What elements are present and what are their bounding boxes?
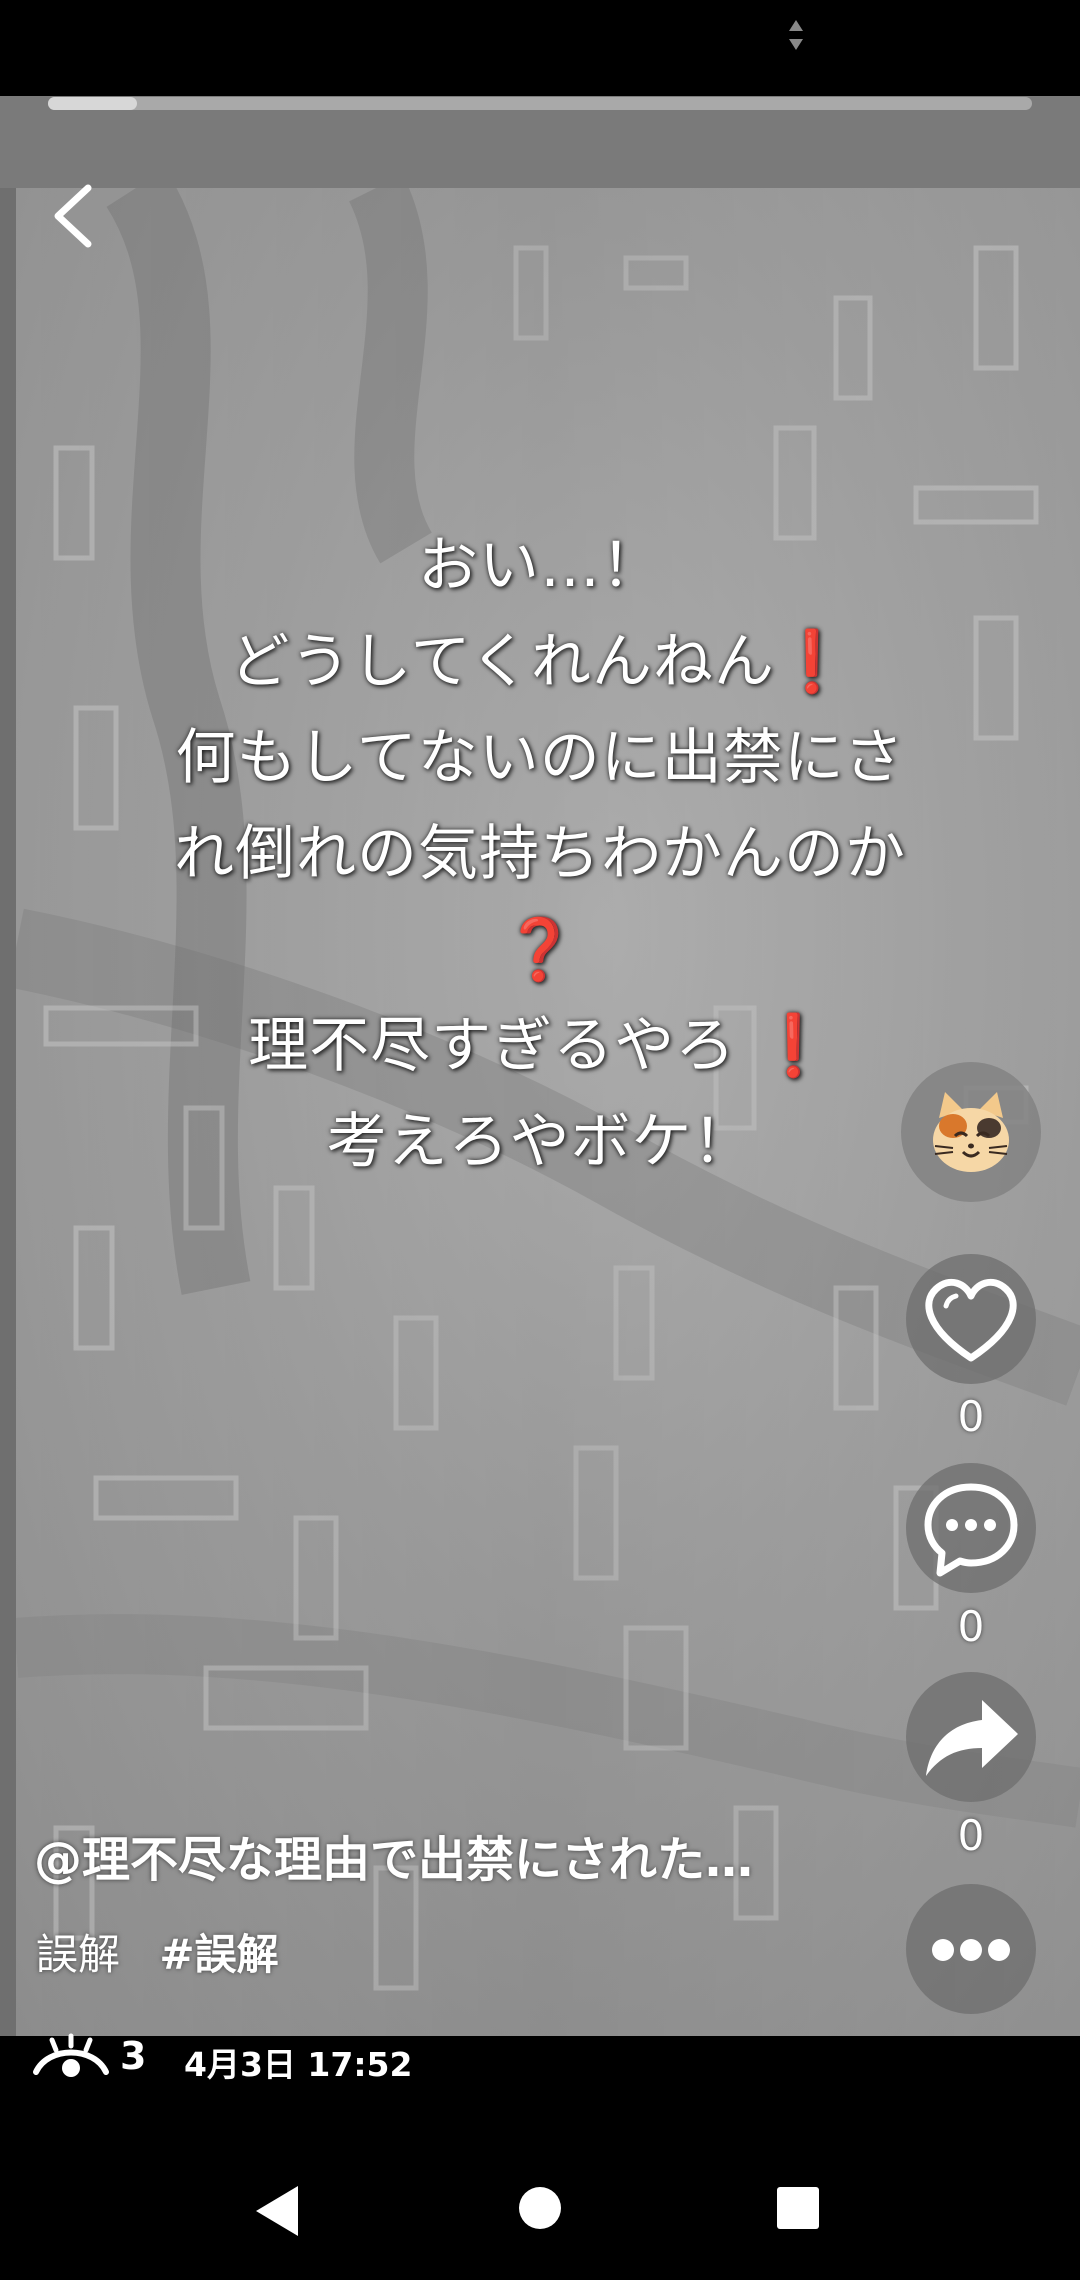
signal-indicator-icon <box>789 20 803 50</box>
like-count: 0 <box>957 1392 985 1441</box>
like-button[interactable] <box>906 1254 1036 1384</box>
comment-icon <box>924 1483 1018 1577</box>
exclamation-emoji: ❗ <box>756 1011 832 1081</box>
video-progress-fill <box>48 97 137 110</box>
author-name[interactable]: @理不尽な理由で出禁にされた… <box>34 1820 753 1890</box>
share-count: 0 <box>957 1811 985 1860</box>
home-circle-icon[interactable] <box>518 2186 562 2230</box>
overlay-line: 理不尽すぎるやろ ❗ <box>248 1011 832 1081</box>
recents-square-icon[interactable] <box>776 2186 820 2230</box>
caption-text: 誤解 <box>36 1930 121 1979</box>
overlay-line: どうしてくれんねん❗ <box>229 627 851 697</box>
system-nav-bar <box>0 2120 1080 2280</box>
back-triangle-icon[interactable] <box>254 2184 302 2238</box>
more-icon <box>932 1939 1010 1961</box>
screen: おい…！ どうしてくれんねん❗ 何もしてないのに出禁にさ れ倒れの気持ちわかんの… <box>0 0 1080 2280</box>
share-icon <box>926 1700 1018 1776</box>
side-strip <box>0 188 16 2036</box>
overlay-line: れ倒れの気持ちわかんのか <box>174 819 906 889</box>
video-overlay-text: おい…！ どうしてくれんねん❗ 何もしてないのに出禁にさ れ倒れの気持ちわかんの… <box>96 518 984 1190</box>
comment-count: 0 <box>957 1602 985 1651</box>
view-count: 3 <box>120 2034 147 2078</box>
more-options-button[interactable] <box>906 1884 1036 2014</box>
comment-button[interactable] <box>906 1463 1036 1593</box>
post-caption: 誤解 #誤解 <box>36 1921 279 1982</box>
exclamation-emoji: ❗ <box>774 627 851 697</box>
post-date: 4月3日 17:52 <box>184 2045 413 2084</box>
cat-face-icon <box>933 1092 1009 1172</box>
overlay-line: 何もしてないのに出禁にさ <box>175 723 905 793</box>
overlay-line: おい…！ <box>418 531 662 601</box>
question-emoji: ❓ <box>502 915 578 985</box>
overlay-line: 考えろやボケ！ <box>326 1107 754 1177</box>
hashtag-link[interactable]: #誤解 <box>159 1930 278 1979</box>
eye-icon <box>33 2033 109 2077</box>
back-chevron-icon[interactable] <box>44 178 104 254</box>
creator-avatar[interactable] <box>901 1062 1041 1202</box>
video-progress-bar[interactable] <box>48 97 1032 110</box>
status-bar <box>0 0 1080 96</box>
share-button[interactable] <box>906 1672 1036 1802</box>
heart-icon <box>925 1278 1017 1362</box>
